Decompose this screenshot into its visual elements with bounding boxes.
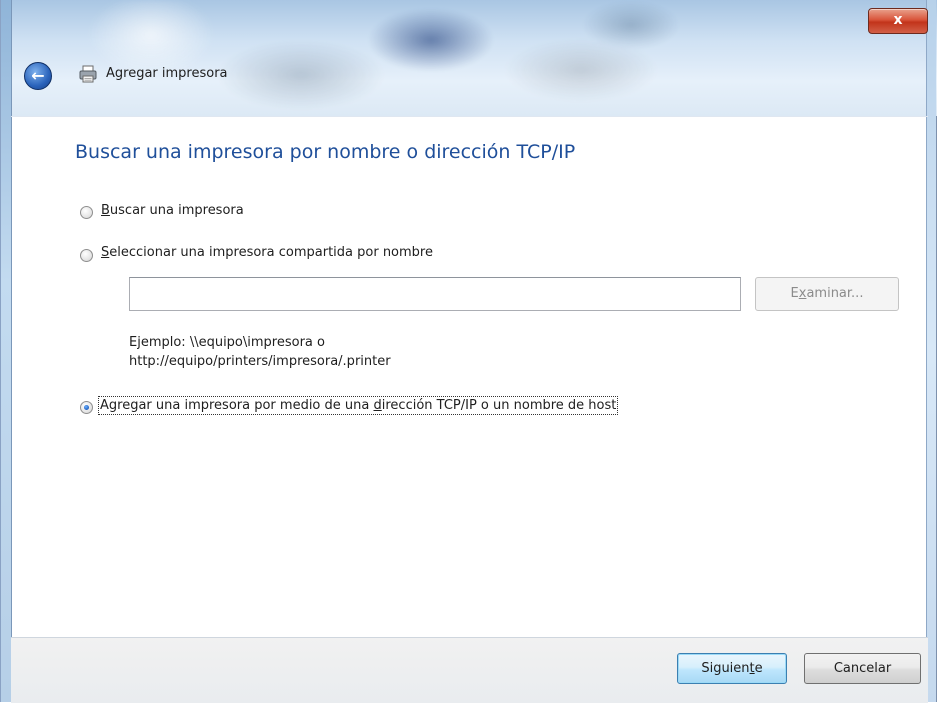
footer-bar <box>11 637 928 703</box>
cancel-button[interactable]: Cancelar <box>804 653 921 684</box>
title-bar <box>1 0 937 116</box>
printer-icon <box>79 65 97 83</box>
browse-button[interactable]: Examinar... <box>755 277 899 311</box>
add-printer-window: x ← Agregar impresora Buscar una impreso… <box>0 0 937 703</box>
example-line-2: http://equipo/printers/impresora/.printe… <box>129 354 391 369</box>
back-arrow-icon[interactable]: ← <box>24 62 52 90</box>
radio-search-printer[interactable] <box>80 206 93 219</box>
window-left-frame <box>1 0 12 702</box>
example-line-1: Ejemplo: \\equipo\impresora o <box>129 335 325 350</box>
next-button[interactable]: Siguiente <box>677 653 787 684</box>
radio-add-by-tcpip-label[interactable]: Agregar una impresora por medio de una d… <box>97 396 619 415</box>
shared-printer-name-input[interactable] <box>129 277 741 311</box>
window-title: Agregar impresora <box>106 66 228 81</box>
example-text: Ejemplo: \\equipo\impresora o http://equ… <box>129 333 391 371</box>
radio-add-by-tcpip[interactable] <box>80 401 93 414</box>
close-button[interactable]: x <box>868 8 928 34</box>
page-heading: Buscar una impresora por nombre o direcc… <box>75 141 576 163</box>
title-bar-background-image <box>41 0 761 116</box>
radio-search-printer-label[interactable]: Buscar una impresora <box>101 203 244 218</box>
radio-select-shared-printer-label[interactable]: Seleccionar una impresora compartida por… <box>101 245 433 260</box>
window-right-frame <box>926 0 936 702</box>
radio-select-shared-printer[interactable] <box>80 249 93 262</box>
content-divider <box>11 116 928 117</box>
